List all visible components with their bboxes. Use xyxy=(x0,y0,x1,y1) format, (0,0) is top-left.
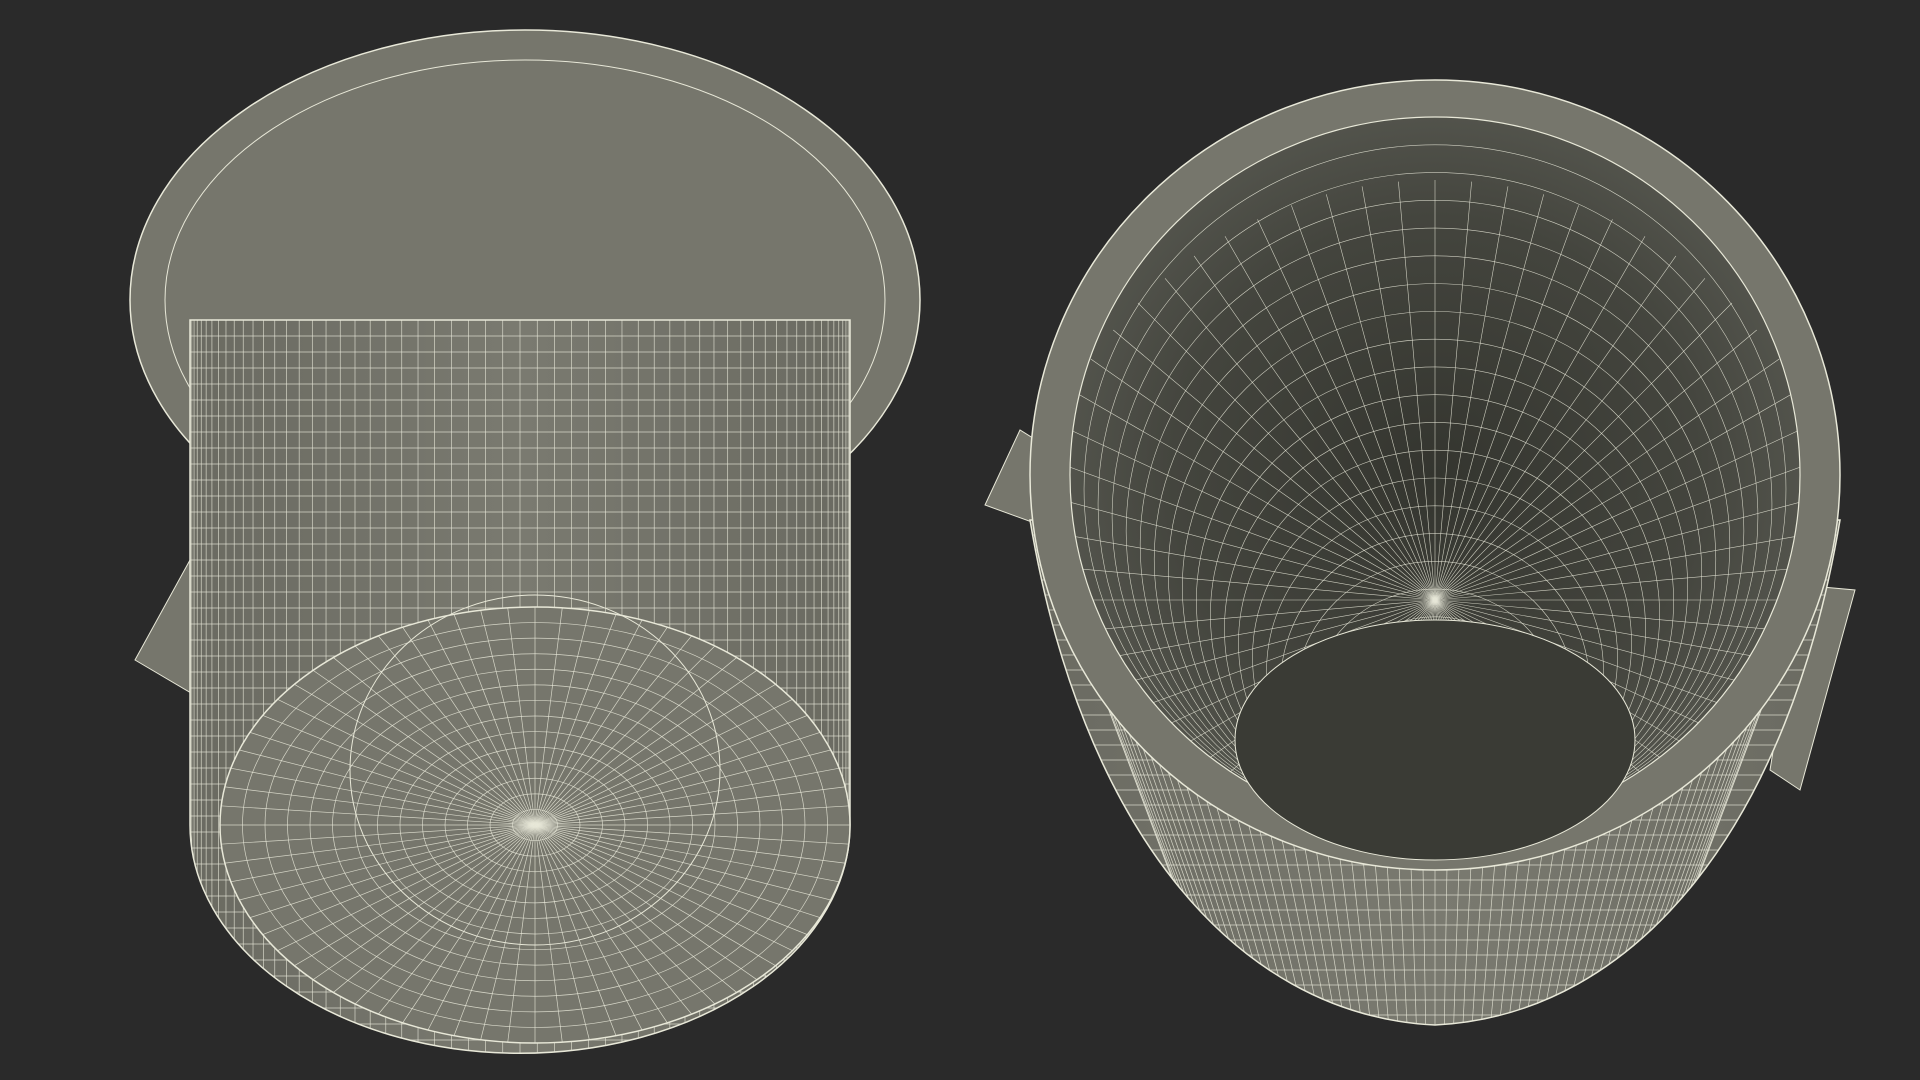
trash-can-top-view xyxy=(984,79,1856,1026)
wireframe-render xyxy=(129,29,1856,1055)
trash-can-bottom-view xyxy=(129,29,921,1055)
interior-floor xyxy=(1234,619,1636,861)
render-viewport xyxy=(0,0,1920,1080)
